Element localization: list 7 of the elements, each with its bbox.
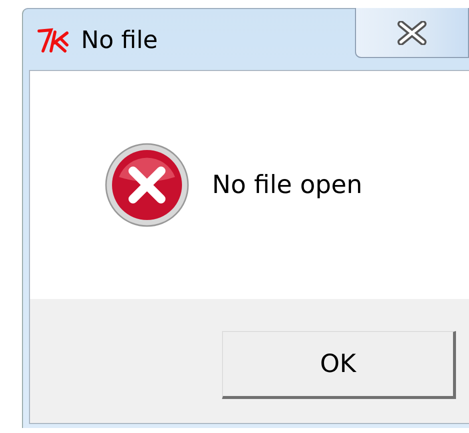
ok-button[interactable]: OK [222, 331, 456, 399]
message-text: No file open [212, 169, 362, 202]
error-icon [104, 142, 190, 228]
app-icon [37, 26, 71, 52]
close-icon [397, 20, 427, 44]
window-title: No file [81, 24, 158, 56]
close-button[interactable] [355, 8, 469, 58]
